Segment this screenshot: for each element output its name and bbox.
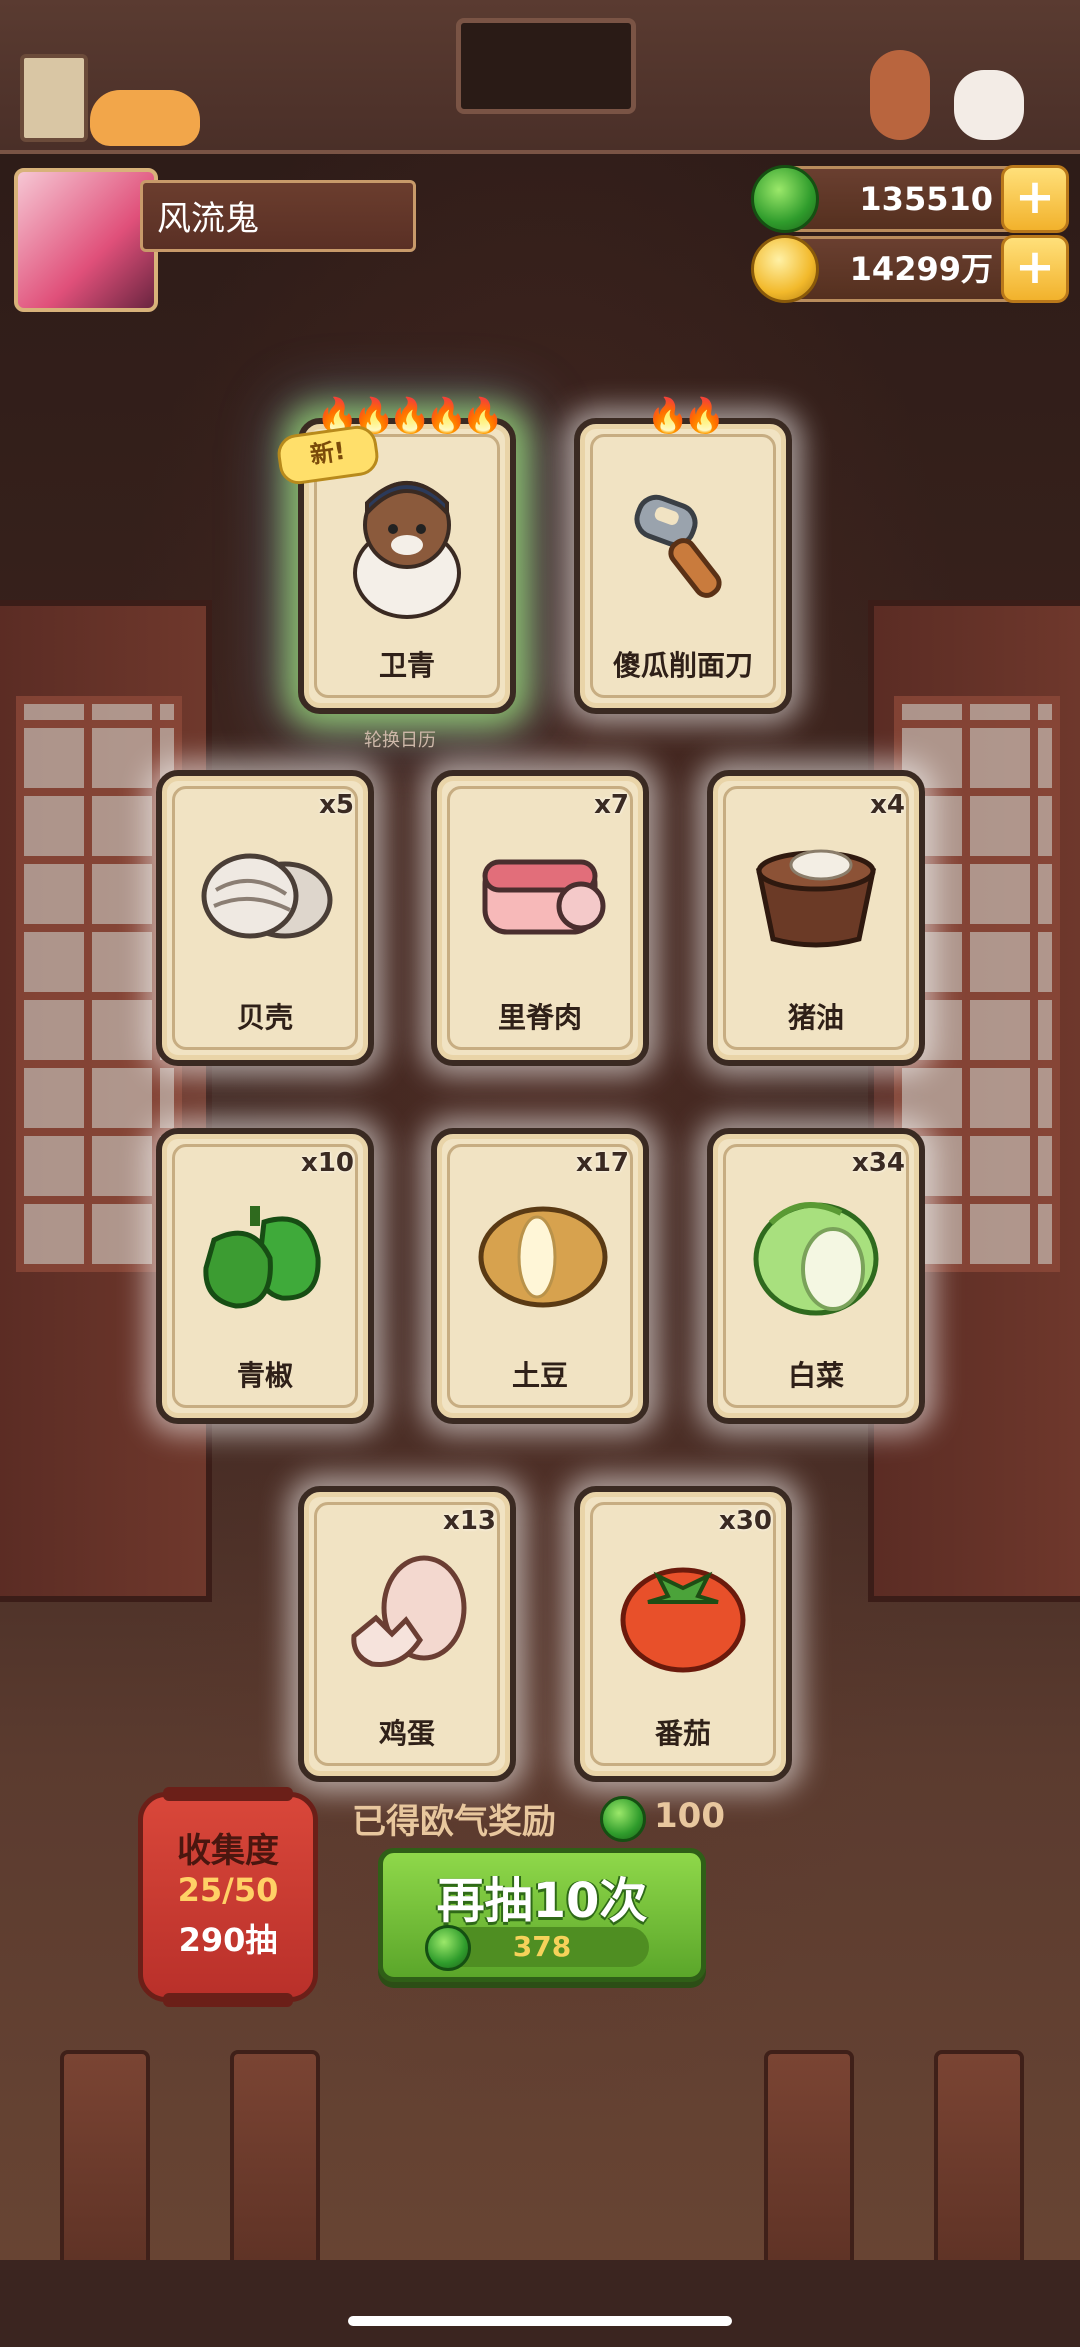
card-name: 番茄	[654, 1717, 711, 1750]
left-wall-panel	[0, 600, 212, 1602]
floor	[0, 2260, 1080, 2347]
fence-post	[934, 2050, 1024, 2278]
card-name: 土豆	[511, 1359, 568, 1392]
draw-cost: 378	[512, 1930, 572, 1963]
collection-title: 收集度	[177, 1831, 279, 1871]
card-name: 青椒	[236, 1359, 293, 1392]
card-name: 贝壳	[236, 1001, 293, 1034]
peeler-knife-icon	[634, 495, 722, 599]
chef-character-icon	[870, 50, 930, 140]
shell-icon	[201, 853, 333, 939]
draw-cost-bar: 378	[425, 1925, 649, 1971]
collection-progress: 25/50	[177, 1871, 279, 1909]
card-name: 鸡蛋	[378, 1717, 435, 1750]
gold-amount: 14299万	[849, 250, 993, 288]
fence-post	[60, 2050, 150, 2278]
player-name: 风流鬼	[140, 180, 416, 252]
jade-amount: 135510	[859, 180, 993, 218]
item-count: x17	[576, 1148, 629, 1178]
fence-post	[764, 2050, 854, 2278]
item-card-egg[interactable]: x13 鸡蛋	[298, 1486, 516, 1782]
card-name: 猪油	[787, 1001, 844, 1034]
white-cat-icon	[954, 70, 1024, 140]
item-card-potato[interactable]: x17 土豆	[431, 1128, 649, 1424]
item-count: x7	[594, 790, 629, 820]
jade-icon	[751, 165, 819, 233]
rarity-flames: 🔥🔥	[646, 396, 726, 436]
item-card-shell[interactable]: x5 贝壳	[156, 770, 374, 1066]
item-count: x4	[870, 790, 905, 820]
add-jade-button[interactable]: +	[1001, 165, 1069, 233]
item-card-green-pepper[interactable]: x10 青椒	[156, 1128, 374, 1424]
draw-button-label: 再抽10次	[436, 1873, 648, 1929]
item-count: x5	[319, 790, 354, 820]
character-icon	[353, 481, 461, 620]
item-count: x34	[852, 1148, 905, 1178]
card-name: 傻瓜削面刀	[612, 649, 753, 682]
green-pepper-icon	[203, 1206, 321, 1309]
item-count: x10	[301, 1148, 354, 1178]
item-card-lard[interactable]: x4 猪油	[707, 770, 925, 1066]
fence-post	[230, 2050, 320, 2278]
special-card-weiqing[interactable]: 🔥🔥🔥🔥🔥 新! 卫青	[275, 396, 516, 714]
item-card-tenderloin[interactable]: x7 里脊肉	[431, 770, 649, 1066]
home-indicator[interactable]	[348, 2316, 732, 2326]
collection-lantern[interactable]: 收集度 25/50 290抽	[138, 1787, 318, 2007]
tomato-icon	[620, 1567, 746, 1673]
luck-reward-value: 100	[654, 1796, 725, 1836]
cabbage-icon	[753, 1202, 879, 1316]
egg-icon	[351, 1555, 467, 1668]
top-decor-bar	[0, 0, 1080, 154]
player-avatar[interactable]	[14, 168, 158, 312]
cat-icon	[90, 90, 200, 146]
add-gold-button[interactable]: +	[1001, 235, 1069, 303]
meat-roll-icon	[482, 859, 606, 935]
jade-icon	[600, 1796, 646, 1842]
rotation-calendar-caption: 轮换日历	[364, 730, 436, 751]
potato-icon	[478, 1206, 608, 1308]
gold-currency-bar: 14299万 +	[751, 235, 1069, 303]
card-name: 白菜	[787, 1359, 844, 1392]
scroll-icon	[20, 54, 88, 142]
lard-bowl-icon	[755, 849, 877, 948]
portrait-frame-icon	[456, 18, 636, 114]
gold-coin-icon	[751, 235, 819, 303]
item-card-cabbage[interactable]: x34 白菜	[707, 1128, 925, 1424]
item-count: x30	[719, 1506, 772, 1536]
card-name: 卫青	[378, 649, 435, 682]
special-card-peeler[interactable]: 🔥🔥 傻瓜削面刀	[574, 396, 792, 714]
draw-10-again-button[interactable]: 再抽10次 378	[378, 1848, 706, 1982]
jade-currency-bar: 135510 +	[751, 165, 1069, 233]
right-wall-panel	[868, 600, 1080, 1602]
luck-reward-label: 已得欧气奖励	[352, 1802, 556, 1842]
item-card-tomato[interactable]: x30 番茄	[574, 1486, 792, 1782]
collection-draws: 290抽	[178, 1921, 278, 1959]
card-name: 里脊肉	[497, 1001, 582, 1034]
item-count: x13	[443, 1506, 496, 1536]
